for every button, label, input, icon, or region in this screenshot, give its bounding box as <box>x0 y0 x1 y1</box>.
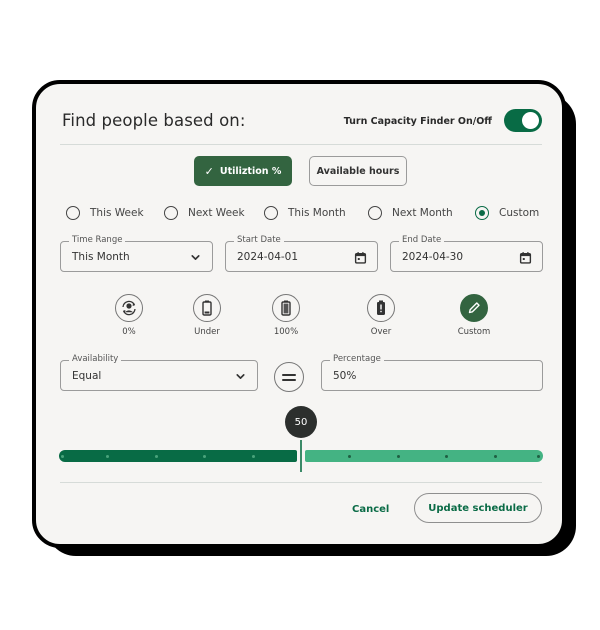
radio-label: This Month <box>288 207 346 219</box>
radio-this-week[interactable]: This Week <box>66 206 144 220</box>
start-date-label: Start Date <box>234 235 284 245</box>
equals-icon <box>282 374 296 376</box>
radio-custom[interactable]: Custom <box>475 206 539 220</box>
radio-label: This Week <box>90 207 144 219</box>
slider-handle[interactable] <box>300 440 302 472</box>
availability-label: Availability <box>69 354 122 364</box>
option-label: Over <box>370 327 392 337</box>
radio-label: Custom <box>499 207 540 219</box>
radio-circle <box>368 206 382 220</box>
start-date-field[interactable]: Start Date 2024-04-01 <box>225 235 378 272</box>
radio-circle <box>164 206 178 220</box>
battery-full-icon <box>281 300 291 316</box>
slider-tick <box>203 455 206 458</box>
pencil-icon <box>468 302 480 314</box>
radio-circle <box>264 206 278 220</box>
radio-circle <box>66 206 80 220</box>
capacity-option-zero[interactable]: 0% <box>99 294 159 337</box>
battery-alert-icon <box>377 300 385 315</box>
capacity-option-over[interactable]: Over <box>351 294 411 337</box>
slider-tick <box>155 455 158 458</box>
check-icon: ✓ <box>204 164 214 178</box>
equals-icon-line <box>282 379 296 381</box>
percentage-value: 50% <box>333 370 357 382</box>
option-label: Custom <box>457 327 491 337</box>
option-circle <box>367 294 395 322</box>
dialog-title: Find people based on: <box>62 111 246 130</box>
option-label: Under <box>194 327 220 337</box>
capacity-finder-dialog: Find people based on: Turn Capacity Find… <box>32 80 566 548</box>
calendar-icon[interactable] <box>354 251 367 264</box>
end-date-field[interactable]: End Date 2024-04-30 <box>390 235 543 272</box>
chevron-down-icon <box>236 374 245 379</box>
end-date-value: 2024-04-30 <box>402 251 464 263</box>
percentage-label: Percentage <box>330 354 384 364</box>
slider-track-remaining <box>305 450 543 462</box>
time-range-label: Time Range <box>69 235 126 245</box>
slider-tick <box>348 455 351 458</box>
option-circle <box>272 294 300 322</box>
radio-label: Next Month <box>392 207 453 219</box>
utilization-label: Utiliztion % <box>219 165 282 177</box>
percentage-input[interactable]: Percentage 50% <box>321 354 543 391</box>
slider-value-bubble: 50 <box>285 406 317 438</box>
toggle-label: Turn Capacity Finder On/Off <box>343 116 492 127</box>
radio-next-month[interactable]: Next Month <box>368 206 453 220</box>
capacity-option-custom[interactable]: Custom <box>444 294 504 337</box>
available-hours-button[interactable]: Available hours <box>309 156 407 186</box>
footer-divider <box>60 482 542 483</box>
battery-low-icon <box>202 300 212 316</box>
header-divider <box>60 144 542 145</box>
option-label: 100% <box>273 327 299 337</box>
toggle-knob <box>522 112 539 129</box>
slider-tick <box>397 455 400 458</box>
radio-next-week[interactable]: Next Week <box>164 206 245 220</box>
capacity-finder-toggle[interactable] <box>504 109 542 132</box>
option-circle <box>460 294 488 322</box>
slider-tick <box>252 455 255 458</box>
option-circle <box>193 294 221 322</box>
radio-label: Next Week <box>188 207 245 219</box>
cancel-button[interactable]: Cancel <box>352 504 389 515</box>
radio-circle <box>475 206 489 220</box>
capacity-option-under[interactable]: Under <box>177 294 237 337</box>
utilization-button[interactable]: ✓ Utiliztion % <box>194 156 292 186</box>
available-hours-label: Available hours <box>316 165 400 177</box>
slider-tick <box>106 455 109 458</box>
availability-select[interactable]: Availability Equal <box>60 354 258 391</box>
calendar-icon[interactable] <box>519 251 532 264</box>
slider-tick <box>494 455 497 458</box>
person-cycle-icon <box>122 300 136 316</box>
percentage-slider[interactable]: 50 <box>59 404 543 474</box>
slider-tick <box>537 455 540 458</box>
time-range-value: This Month <box>72 251 130 263</box>
slider-tick <box>61 455 64 458</box>
radio-this-month[interactable]: This Month <box>264 206 346 220</box>
option-circle <box>115 294 143 322</box>
start-date-value: 2024-04-01 <box>237 251 299 263</box>
end-date-label: End Date <box>399 235 445 245</box>
equals-operator-button[interactable] <box>274 362 304 392</box>
slider-track-filled <box>59 450 297 462</box>
time-range-select[interactable]: Time Range This Month <box>60 235 213 272</box>
option-label: 0% <box>122 327 136 337</box>
availability-value: Equal <box>72 370 102 382</box>
chevron-down-icon <box>191 255 200 260</box>
slider-tick <box>445 455 448 458</box>
period-radio-group: This Week Next Week This Month Next Mont… <box>66 206 542 224</box>
update-scheduler-button[interactable]: Update scheduler <box>414 493 542 523</box>
capacity-option-full[interactable]: 100% <box>256 294 316 337</box>
